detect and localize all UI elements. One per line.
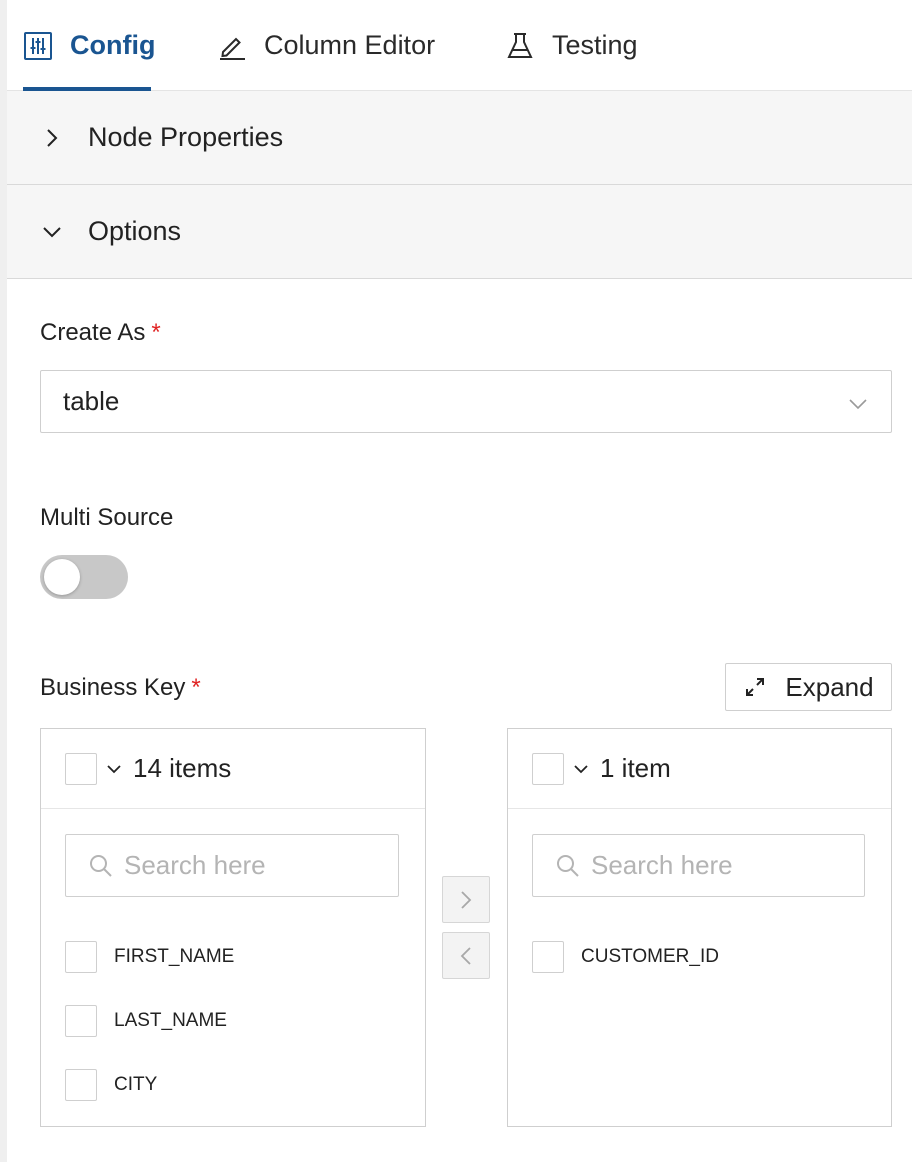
target-list: 1 item CUSTOMER_ID [507,728,892,1127]
move-left-button[interactable] [442,932,490,979]
target-list-header: 1 item [508,729,891,809]
expand-button[interactable]: Expand [725,663,892,711]
item-checkbox[interactable] [65,941,97,973]
source-search [65,834,399,897]
create-as-label-text: Create As [40,319,146,346]
list-item[interactable]: LAST_NAME [65,1005,227,1037]
flask-icon [505,31,535,61]
item-checkbox[interactable] [65,1069,97,1101]
list-item-label: LAST_NAME [114,1010,227,1031]
source-select-all-checkbox[interactable] [65,752,97,785]
source-list: 14 items FIRST_NAME LAST_NAME CITY [40,728,426,1127]
create-as-value: table [63,386,120,416]
options-label: Options [88,216,182,246]
list-item[interactable]: CUSTOMER_ID [532,941,719,973]
node-properties-label: Node Properties [88,122,284,152]
chevron-down-icon [41,221,63,243]
list-item-label: CUSTOMER_ID [581,946,719,967]
required-mark: * [151,319,161,346]
source-search-input[interactable] [124,850,374,881]
chevron-down-icon [847,391,869,413]
chevron-right-icon [461,890,472,909]
item-checkbox[interactable] [532,941,564,973]
expand-arrows-icon [743,675,767,699]
target-search-input[interactable] [591,850,841,881]
item-checkbox[interactable] [65,1005,97,1037]
toggle-knob [44,559,80,595]
required-mark: * [191,674,201,701]
multi-source-toggle[interactable] [40,555,128,599]
business-key-label: Business Key * [40,674,201,702]
chevron-down-icon[interactable] [105,760,123,778]
create-as-label: Create As * [40,319,161,347]
tab-testing[interactable]: Testing [505,0,638,91]
move-right-button[interactable] [442,876,490,923]
pencil-icon [217,31,247,61]
search-icon [88,853,114,879]
target-select-all-checkbox[interactable] [532,752,564,785]
tab-column-editor-label: Column Editor [264,30,436,60]
source-count: 14 items [133,753,232,783]
tab-bar: Config Column Editor Testing [7,0,912,91]
business-key-label-text: Business Key [40,674,186,701]
multi-source-label: Multi Source [40,504,174,531]
options-header[interactable]: Options [7,185,912,279]
tab-config[interactable]: Config [23,0,155,91]
list-item[interactable]: FIRST_NAME [65,941,234,973]
chevron-left-icon [460,946,471,965]
config-panel: Config Column Editor Testing Node Proper… [7,0,912,1162]
left-edge-strip [0,0,7,1162]
search-icon [555,853,581,879]
target-count: 1 item [600,753,671,783]
chevron-down-icon[interactable] [572,760,590,778]
list-item-label: CITY [114,1074,158,1095]
create-as-select[interactable]: table [40,370,892,433]
list-item-label: FIRST_NAME [114,946,235,967]
chevron-right-icon [41,127,63,149]
node-properties-header[interactable]: Node Properties [7,91,912,185]
tab-config-label: Config [70,30,156,60]
target-search [532,834,865,897]
list-item[interactable]: CITY [65,1069,157,1101]
sliders-icon [23,31,53,61]
expand-label: Expand [785,671,874,702]
tab-column-editor[interactable]: Column Editor [217,0,435,91]
source-list-header: 14 items [41,729,425,809]
tab-testing-label: Testing [552,30,638,60]
